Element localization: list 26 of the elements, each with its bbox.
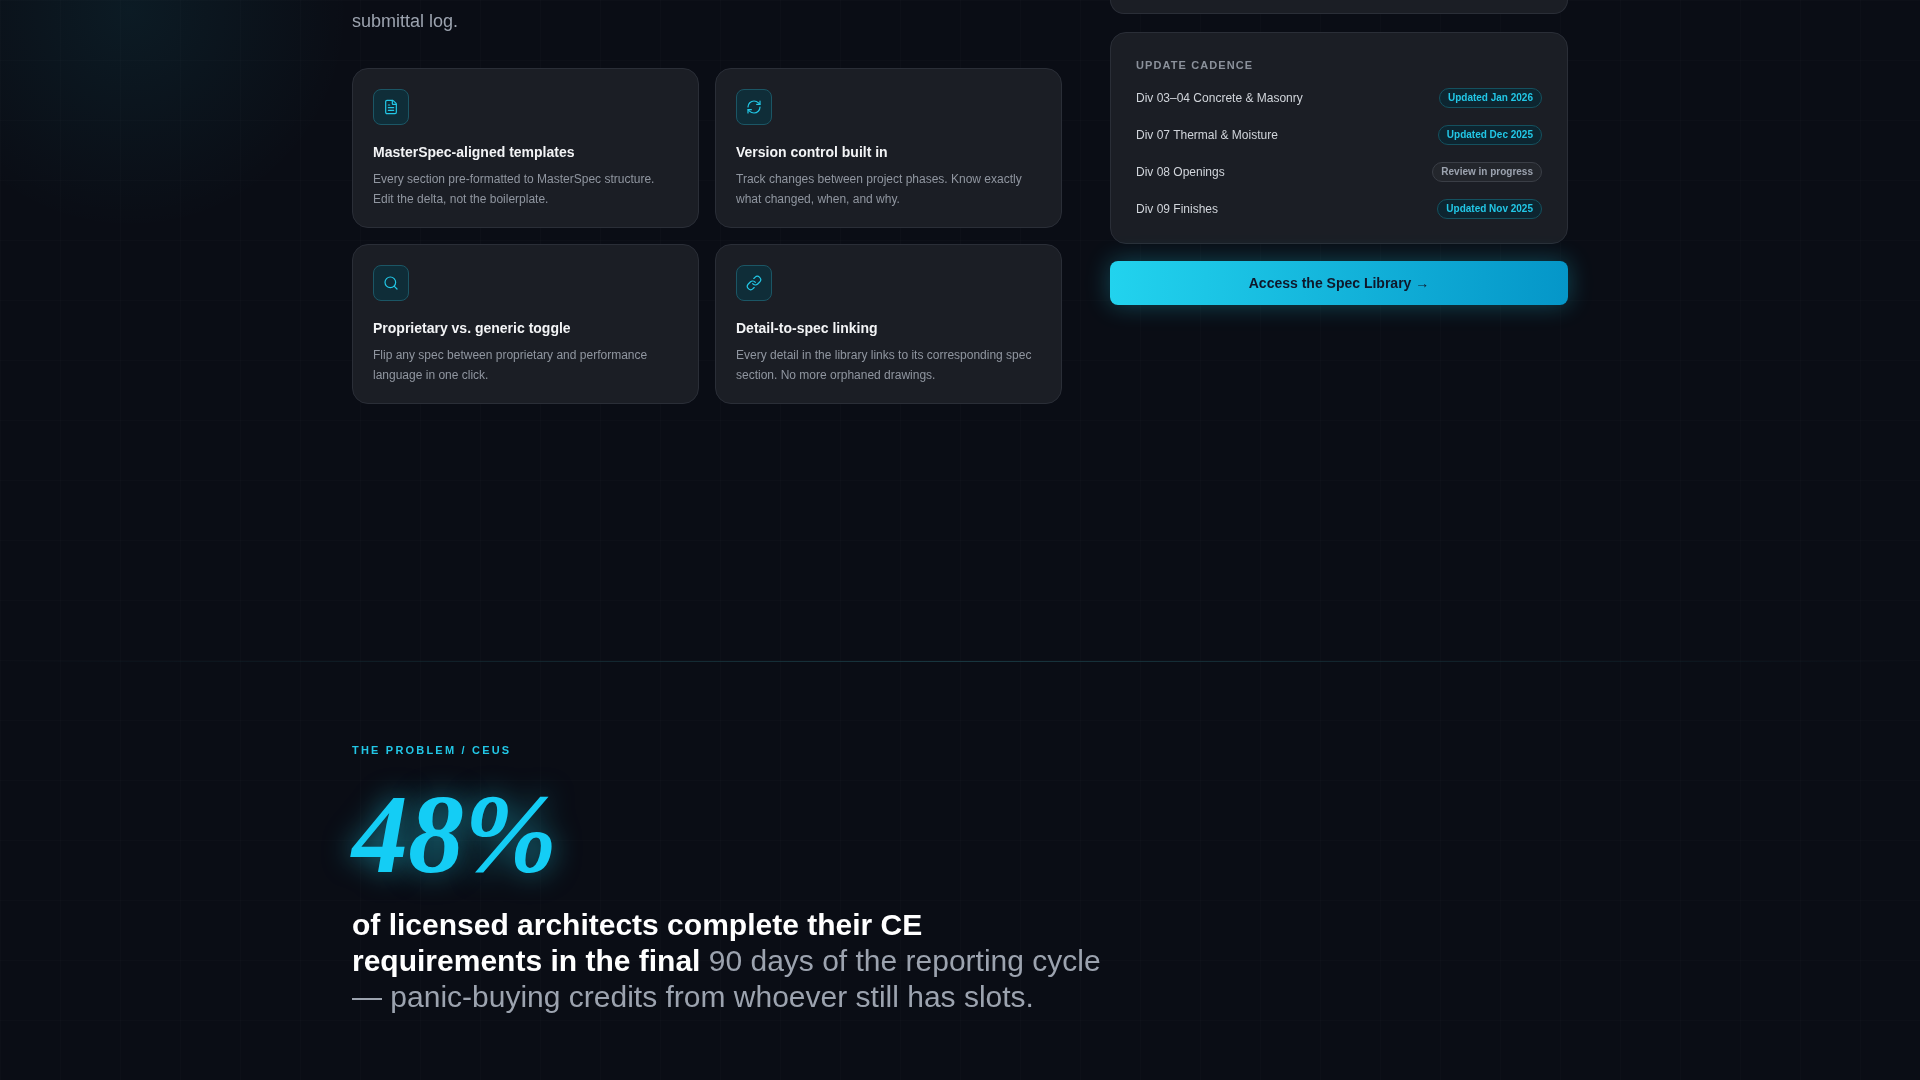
card-title: Detail-to-spec linking — [736, 319, 879, 337]
section-eyebrow: THE PROBLEM / CEUS — [352, 744, 513, 757]
card-title: Proprietary vs. generic toggle — [373, 319, 572, 337]
card-description: Flip any spec between proprietary and performance language in one click. — [373, 347, 649, 384]
division-label: Div 09 Finishes — [1136, 201, 1219, 217]
stat-figure: 48% — [352, 778, 558, 890]
status-badge: Updated Nov 2025 — [1437, 199, 1542, 219]
status-badge: Updated Dec 2025 — [1437, 125, 1542, 145]
status-badge: Review in progress — [1432, 162, 1542, 182]
intro-text: submittal log. — [352, 10, 460, 33]
division-label: Div 03–04 Concrete & Masonry — [1136, 90, 1303, 106]
card-title: MasterSpec-aligned templates — [373, 143, 576, 161]
link-icon — [736, 265, 772, 301]
document-icon — [373, 89, 409, 125]
stat-description: of licensed architects complete their CE requirements in the final 90 days of the reporting cycle — panic-buying credits from whoever still has slots. — [352, 907, 1102, 1015]
search-icon — [373, 265, 409, 301]
status-badge: Updated Jan 2026 — [1438, 88, 1542, 108]
card-description: Every detail in the library links to its corresponding spec section. No more orphaned drawings. — [736, 347, 1033, 384]
card-description: Track changes between project phases. Know exactly what changed, when, and why. — [736, 171, 1023, 208]
card-description: Every section pre-formatted to MasterSpec structure. Edit the delta, not the boilerplate. — [373, 171, 656, 208]
refresh-icon — [736, 89, 772, 125]
card-title: Version control built in — [736, 143, 889, 161]
panel-heading: UPDATE CADENCE — [1136, 58, 1255, 73]
division-label: Div 07 Thermal & Moisture — [1136, 127, 1278, 143]
division-label: Div 08 Openings — [1136, 164, 1225, 180]
spec-library-button[interactable]: Access the Spec Library → — [1110, 261, 1568, 305]
